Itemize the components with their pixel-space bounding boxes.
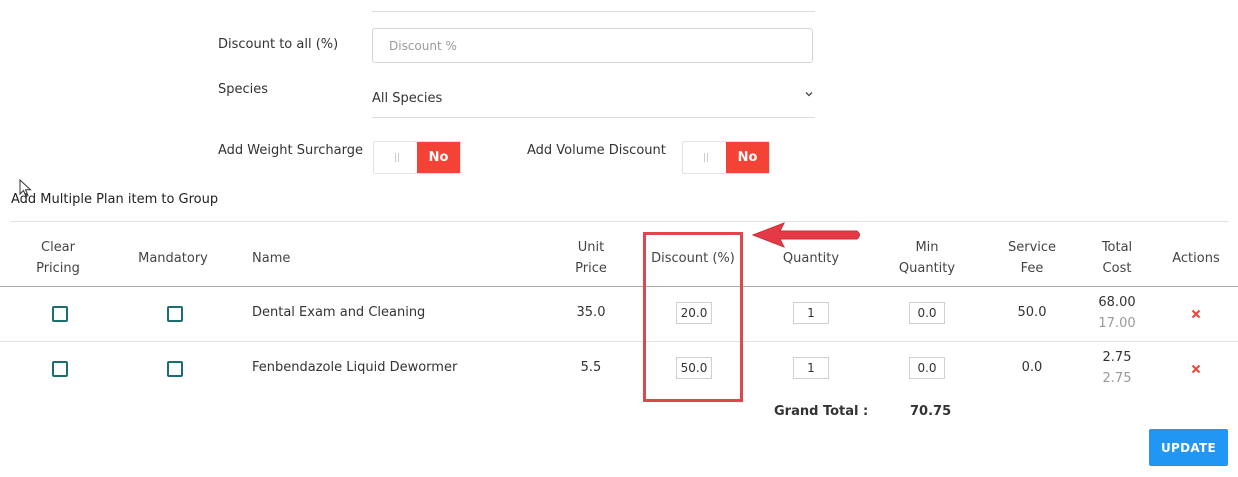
clear-pricing-checkbox[interactable] (52, 306, 68, 322)
grand-total-label: Grand Total : (774, 404, 869, 419)
clear-pricing-checkbox[interactable] (52, 361, 68, 377)
previous-field-underline (372, 0, 815, 12)
row-unit-price: 5.5 (580, 360, 602, 375)
chevron-down-icon (805, 92, 813, 97)
header-service-fee: Service Fee (1007, 240, 1057, 276)
header-actions: Actions (1172, 251, 1220, 266)
species-selected-value: All Species (372, 91, 443, 106)
section-divider (11, 221, 1228, 222)
mandatory-checkbox[interactable] (167, 361, 183, 377)
min-quantity-input[interactable]: 0.0 (909, 302, 945, 324)
quantity-input[interactable]: 1 (793, 302, 829, 324)
update-button[interactable]: UPDATE (1149, 429, 1228, 466)
quantity-input[interactable]: 1 (793, 357, 829, 379)
species-select[interactable]: All Species (372, 80, 815, 118)
discount-to-all-label: Discount to all (%) (218, 37, 339, 52)
row-name: Dental Exam and Cleaning (252, 305, 426, 320)
row-total-cost: 68.00 (1098, 295, 1136, 310)
toggle-state-no: No (726, 142, 769, 173)
row-unit-price: 35.0 (576, 305, 606, 320)
discount-to-all-input[interactable] (372, 28, 813, 63)
header-unit-price: Unit Price (575, 240, 607, 276)
header-quantity: Quantity (782, 251, 840, 266)
header-name: Name (252, 251, 291, 266)
toggle-handle (683, 142, 726, 173)
header-clear-pricing: Clear Pricing (36, 240, 80, 276)
toggle-state-no: No (417, 142, 460, 173)
table-header-divider (0, 286, 1238, 287)
grand-total-value: 70.75 (910, 404, 952, 419)
header-mandatory: Mandatory (138, 251, 208, 266)
row-service-fee: 0.0 (1021, 360, 1043, 375)
volume-discount-label: Add Volume Discount (527, 143, 666, 158)
row-total-cost: 2.75 (1102, 350, 1132, 365)
section-title: Add Multiple Plan item to Group (11, 192, 219, 207)
annotation-arrow-icon (751, 222, 860, 248)
table-row-divider (0, 341, 1238, 342)
volume-discount-toggle[interactable]: No (682, 141, 770, 174)
weight-surcharge-toggle[interactable]: No (373, 141, 461, 174)
header-min-quantity: Min Quantity (898, 240, 956, 276)
discount-column-highlight (643, 232, 743, 402)
close-icon[interactable] (1191, 309, 1201, 319)
species-label: Species (218, 82, 269, 97)
row-total-cost-sub: 17.00 (1098, 316, 1136, 331)
header-total-cost: Total Cost (1101, 240, 1133, 276)
row-service-fee: 50.0 (1017, 305, 1047, 320)
weight-surcharge-label: Add Weight Surcharge (218, 143, 363, 158)
row-name: Fenbendazole Liquid Dewormer (252, 360, 458, 375)
mandatory-checkbox[interactable] (167, 306, 183, 322)
min-quantity-input[interactable]: 0.0 (909, 357, 945, 379)
toggle-handle (374, 142, 417, 173)
row-total-cost-sub: 2.75 (1102, 371, 1132, 386)
close-icon[interactable] (1191, 364, 1201, 374)
